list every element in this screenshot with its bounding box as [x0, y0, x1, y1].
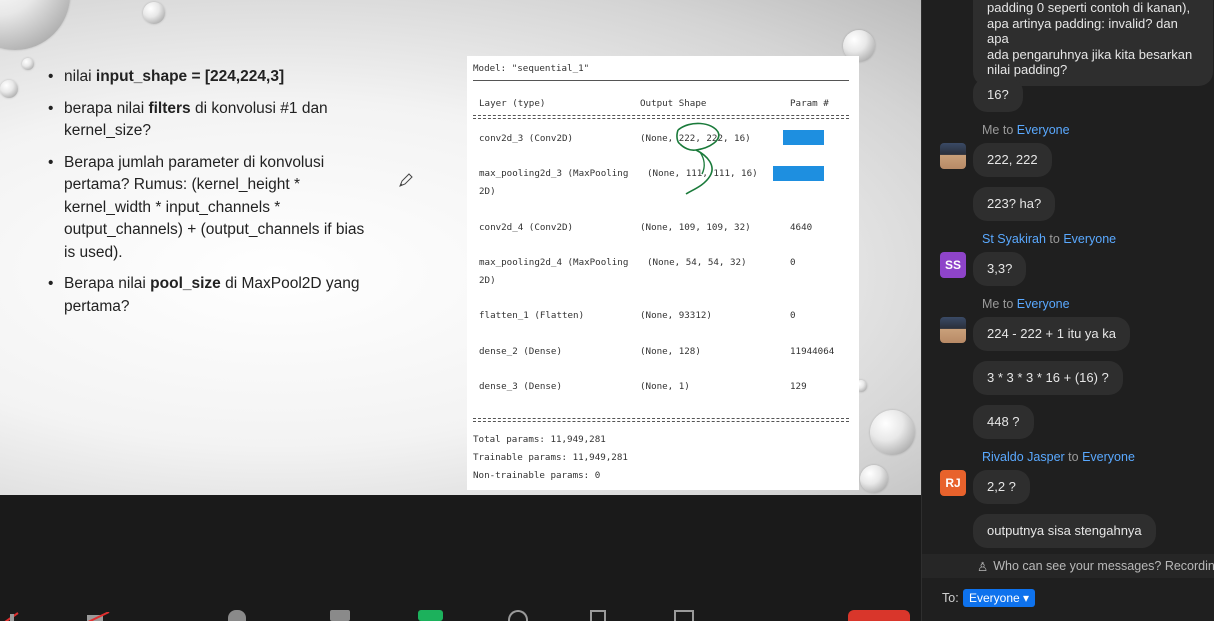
message-sender: St Syakirah to Everyone: [982, 232, 1117, 246]
layer-shape: (None, 54, 54, 32): [647, 257, 747, 268]
chat-message: 448 ?: [973, 405, 1034, 439]
message-line: apa artinya padding: invalid? dan apa: [987, 15, 1178, 47]
header-layer: Layer (type): [479, 98, 546, 109]
layer-name-cont: 2D): [479, 186, 496, 197]
bullet-item: berapa nilai filters di konvolusi #1 dan…: [48, 98, 368, 143]
shared-slide: nilai input_shape = [224,224,3] berapa n…: [0, 0, 921, 495]
layer-shape: (None, 93312): [640, 310, 712, 321]
privacy-note[interactable]: ♙ Who can see your messages? Recording: [922, 554, 1214, 578]
layer-name: dense_2 (Dense): [479, 346, 562, 357]
non-trainable-params: Non-trainable params: 0: [473, 470, 601, 481]
chat-message: 222, 222: [973, 143, 1052, 177]
decor-bubble: [860, 465, 888, 493]
chevron-down-icon: ▾: [1023, 591, 1030, 605]
decor-bubble: [0, 80, 18, 98]
recipient-row: To: Everyone ▾: [922, 585, 1214, 611]
header-param: Param #: [790, 98, 829, 109]
meeting-toolbar: [0, 495, 921, 621]
annotation-scribble: [676, 122, 720, 195]
pen-icon: [399, 173, 413, 187]
user-avatar: [940, 143, 966, 169]
user-avatar: [940, 317, 966, 343]
bullet-item: Berapa nilai pool_size di MaxPool2D yang…: [48, 273, 368, 318]
mute-icon[interactable]: [4, 610, 20, 621]
user-avatar: RJ: [940, 470, 966, 496]
trainable-params: Trainable params: 11,949,281: [473, 452, 628, 463]
layer-name: conv2d_3 (Conv2D): [479, 133, 574, 144]
layer-shape: (None, 109, 109, 32): [640, 222, 751, 233]
total-params: Total params: 11,949,281: [473, 434, 606, 445]
layer-param: 0: [790, 310, 796, 321]
message-line: padding 0 seperti contoh di kanan),: [987, 0, 1191, 15]
layer-name: max_pooling2d_4 (MaxPooling: [479, 257, 629, 268]
chat-message: 2,2 ?: [973, 470, 1030, 504]
divider: [473, 418, 849, 422]
decor-bubble: [0, 0, 70, 50]
apps-icon[interactable]: [590, 610, 606, 621]
recipient-dropdown[interactable]: Everyone ▾: [963, 589, 1036, 607]
layer-name-cont: 2D): [479, 275, 496, 286]
video-off-icon[interactable]: [85, 610, 111, 621]
participants-icon[interactable]: [228, 610, 246, 621]
model-title: Model: "sequential_1": [473, 63, 590, 74]
chat-message: outputnya sisa stengahnya: [973, 514, 1156, 548]
share-screen-icon[interactable]: [418, 610, 443, 621]
message-sender: Me to Everyone: [982, 297, 1070, 311]
layer-shape: (None, 128): [640, 346, 701, 357]
decor-bubble: [22, 58, 34, 70]
chat-panel: padding 0 seperti contoh di kanan), apa …: [921, 0, 1214, 621]
divider: [473, 80, 849, 82]
bullet-list: nilai input_shape = [224,224,3] berapa n…: [48, 66, 368, 327]
layer-param: 129: [790, 381, 807, 392]
whiteboard-icon[interactable]: [674, 610, 694, 621]
screen: nilai input_shape = [224,224,3] berapa n…: [0, 0, 1214, 621]
param-highlight: [773, 166, 824, 181]
layer-param: 4640: [790, 222, 813, 233]
message-sender: Rivaldo Jasper to Everyone: [982, 450, 1135, 464]
layer-name: dense_3 (Dense): [479, 381, 562, 392]
decor-bubble: [143, 2, 165, 24]
message-line: ada pengaruhnya jika kita besarkan: [987, 46, 1193, 62]
privacy-note-text: Who can see your messages? Recording: [993, 559, 1214, 573]
layer-name: flatten_1 (Flatten): [479, 310, 585, 321]
privacy-icon: ♙: [977, 559, 989, 574]
layer-param: 0: [790, 257, 796, 268]
bullet-item: nilai input_shape = [224,224,3]: [48, 66, 368, 89]
param-highlight: [783, 130, 824, 145]
decor-bubble: [870, 410, 915, 455]
layer-param: 11944064: [790, 346, 835, 357]
chat-message: 16?: [973, 78, 1023, 112]
chat-message: 3,3?: [973, 252, 1027, 286]
leave-button[interactable]: [848, 610, 910, 621]
chat-message: padding 0 seperti contoh di kanan), apa …: [973, 0, 1213, 86]
chat-message: 223? ha?: [973, 187, 1056, 221]
message-sender: Me to Everyone: [982, 123, 1070, 137]
chat-icon[interactable]: [330, 610, 350, 621]
layer-name: conv2d_4 (Conv2D): [479, 222, 574, 233]
recipient-value: Everyone: [969, 591, 1020, 605]
bullet-item: Berapa jumlah parameter di konvolusi per…: [48, 152, 368, 265]
layer-shape: (None, 1): [640, 381, 690, 392]
chat-message: 3 * 3 * 3 * 16 + (16) ?: [973, 361, 1123, 395]
user-avatar: SS: [940, 252, 966, 278]
recipient-label: To:: [942, 591, 959, 605]
chat-message: 224 - 222 + 1 itu ya ka: [973, 317, 1131, 351]
header-shape: Output Shape: [640, 98, 707, 109]
layer-name: max_pooling2d_3 (MaxPooling: [479, 168, 629, 179]
message-line: nilai padding?: [987, 62, 1068, 77]
